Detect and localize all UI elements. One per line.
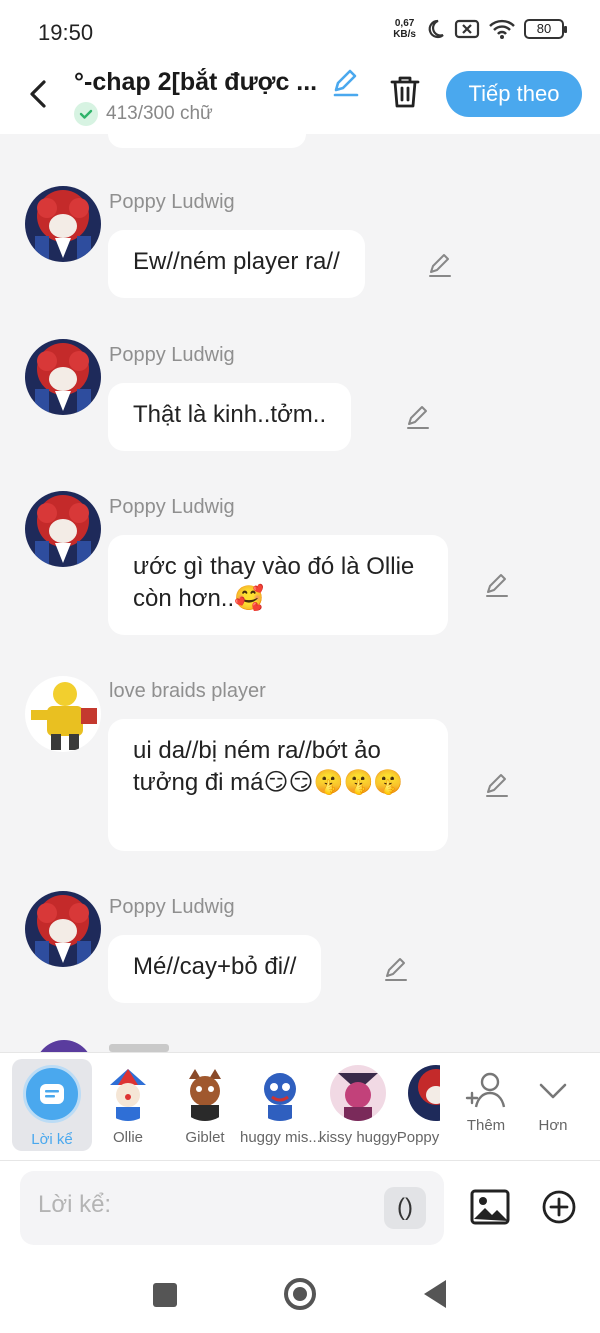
avatar (100, 1065, 156, 1121)
character-huggy[interactable]: huggy mis... (240, 1059, 320, 1151)
narrator-icon (23, 1065, 81, 1123)
avatar (177, 1065, 233, 1121)
character-ollie[interactable]: Ollie (88, 1059, 168, 1151)
sim-off-icon (454, 19, 480, 39)
message-bubble[interactable]: Thật là kinh..tởm.. (108, 383, 352, 451)
avatar (252, 1065, 308, 1121)
character-kissy[interactable]: kissy huggy (318, 1059, 398, 1151)
sender-name: love braids player (109, 680, 266, 702)
back-arrow-icon[interactable] (22, 74, 58, 114)
message-input-container[interactable]: () (20, 1171, 444, 1245)
status-icons: 0,67 KB/s 80 (393, 18, 567, 40)
input-bar: () (0, 1160, 600, 1256)
sender-name (109, 1044, 169, 1052)
avatar (330, 1065, 386, 1121)
edit-message-pencil-icon[interactable] (483, 771, 511, 799)
message-bubble[interactable]: ui da//bị ném ra//bớt ảo tưởng đi má😏😏🤫🤫… (108, 719, 448, 851)
word-count-text: 413/300 chữ (106, 103, 213, 124)
avatar[interactable] (25, 186, 101, 262)
more-characters-button[interactable]: Hơn (513, 1059, 593, 1151)
avatar (408, 1065, 440, 1121)
chevron-down-icon (539, 1083, 567, 1099)
image-icon[interactable] (470, 1189, 510, 1225)
edit-title-pencil-icon[interactable] (330, 66, 362, 98)
avatar[interactable] (25, 676, 101, 752)
edit-message-pencil-icon[interactable] (404, 403, 432, 431)
home-icon[interactable] (284, 1278, 316, 1310)
edit-message-pencil-icon[interactable] (483, 571, 511, 599)
parentheses-button[interactable]: () (384, 1187, 426, 1229)
avatar[interactable] (25, 339, 101, 415)
story-title[interactable]: °-chap 2[bắt được ... (74, 68, 324, 97)
sender-name: Poppy Ludwig (109, 896, 235, 918)
word-count: 413/300 chữ (74, 102, 213, 126)
message-bubble[interactable]: ước gì thay vào đó là Ollie còn hơn..🥰 (108, 535, 448, 635)
trash-icon[interactable] (388, 74, 422, 110)
avatar[interactable] (25, 491, 101, 567)
chat-area[interactable]: Poppy Ludwig Ew//ném player ra// Poppy L… (0, 134, 600, 1052)
battery-indicator: 80 (524, 19, 567, 39)
check-icon (74, 102, 98, 126)
recent-apps-icon[interactable] (153, 1283, 177, 1307)
net-speed: 0,67 KB/s (393, 18, 416, 40)
message-bubble[interactable]: Ew//ném player ra// (108, 230, 365, 298)
back-triangle-icon[interactable] (424, 1280, 446, 1308)
message-input[interactable] (38, 1191, 368, 1219)
sender-name: Poppy Ludwig (109, 191, 235, 213)
status-time: 19:50 (38, 20, 94, 45)
message-bubble[interactable]: Mé//cay+bỏ đi// (108, 935, 322, 1003)
character-poppy[interactable]: Poppy (394, 1059, 440, 1151)
character-giblet[interactable]: Giblet (165, 1059, 245, 1151)
edit-message-pencil-icon[interactable] (382, 955, 410, 983)
wifi-icon (489, 19, 515, 39)
avatar[interactable] (25, 891, 101, 967)
editor-header: °-chap 2[bắt được ... 413/300 chữ Tiếp t… (0, 62, 600, 134)
system-nav-bar (0, 1256, 600, 1333)
character-narrator[interactable]: Lời kể (12, 1059, 92, 1151)
sender-name: Poppy Ludwig (109, 344, 235, 366)
character-bar: Lời kể Ollie Giblet huggy mis... kissy h… (0, 1052, 600, 1160)
partial-message-bubble (108, 134, 306, 148)
avatar[interactable] (35, 1040, 93, 1052)
add-circle-icon[interactable] (541, 1189, 577, 1225)
next-button[interactable]: Tiếp theo (446, 71, 582, 117)
status-bar: 19:50 0,67 KB/s 80 (0, 0, 600, 62)
moon-icon (428, 19, 444, 39)
add-person-icon (465, 1072, 506, 1108)
edit-message-pencil-icon[interactable] (426, 251, 454, 279)
sender-name: Poppy Ludwig (109, 496, 235, 518)
